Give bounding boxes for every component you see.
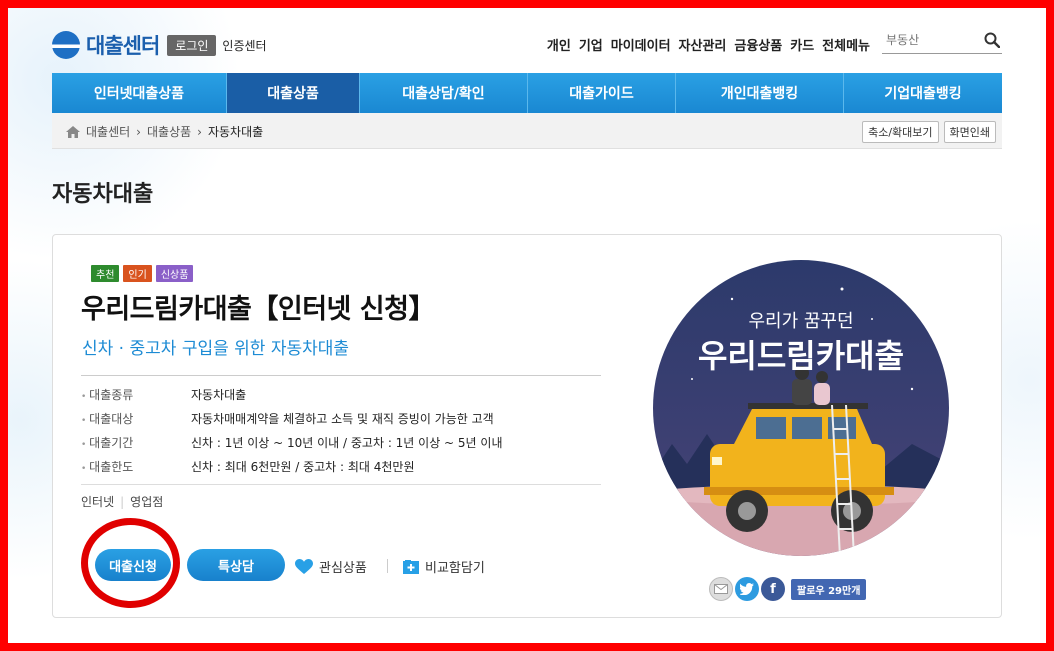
channel-branch: 영업점 bbox=[130, 495, 164, 509]
chevron-right-icon: › bbox=[197, 124, 202, 139]
zoom-button[interactable]: 축소/확대보기 bbox=[862, 121, 939, 143]
page-title: 자동차대출 bbox=[52, 182, 154, 207]
share-bar: f 팔로우 29만개 bbox=[709, 577, 867, 601]
top-nav: 개인 기업 마이데이터 자산관리 금융상품 카드 전체메뉴 bbox=[547, 35, 870, 54]
promo-line-1: 우리가 꿈꾸던 bbox=[748, 311, 853, 332]
breadcrumb-bar: 대출센터 › 대출상품 › 자동차대출 축소/확대보기 화면인쇄 bbox=[52, 113, 1002, 149]
spec-value: 신차 : 최대 6천만원 / 중고차 : 최대 4천만원 bbox=[191, 459, 415, 474]
topnav-card[interactable]: 카드 bbox=[790, 35, 814, 54]
search-icon[interactable] bbox=[984, 32, 1000, 48]
channel-list: 인터넷 | 영업점 bbox=[81, 493, 163, 510]
consult-button[interactable]: 특상담 bbox=[187, 549, 285, 581]
spec-key: 대출종류 bbox=[81, 386, 191, 403]
nav-loan-guide[interactable]: 대출가이드 bbox=[528, 73, 676, 113]
product-name: 우리드림카대출【인터넷 신청】 bbox=[81, 294, 435, 325]
spec-key: 대출대상 bbox=[81, 410, 191, 427]
nav-internet-loan[interactable]: 인터넷대출상품 bbox=[52, 73, 227, 113]
cert-center-link[interactable]: 인증센터 bbox=[222, 37, 266, 54]
facebook-follow-button[interactable]: 팔로우 29만개 bbox=[791, 578, 867, 600]
spec-row: 대출종류 자동차대출 bbox=[81, 382, 601, 406]
login-button[interactable]: 로그인 bbox=[167, 34, 217, 56]
print-button[interactable]: 화면인쇄 bbox=[943, 121, 996, 143]
promo-line-2: 우리드림카대출 bbox=[698, 337, 904, 375]
divider bbox=[387, 559, 388, 573]
compare-add-icon bbox=[403, 559, 419, 574]
favorite-button[interactable]: 관심상품 bbox=[295, 557, 367, 576]
spec-row: 대출기간 신차 : 1년 이상 ~ 10년 이내 / 중고차 : 1년 이상 ~… bbox=[81, 430, 601, 454]
product-subtitle: 신차 · 중고차 구입을 위한 자동차대출 bbox=[82, 339, 350, 359]
twitter-icon[interactable] bbox=[735, 577, 759, 601]
apply-loan-button[interactable]: 대출신청 bbox=[95, 549, 171, 581]
spec-row: 대출한도 신차 : 최대 6천만원 / 중고차 : 최대 4천만원 bbox=[81, 454, 601, 478]
topnav-business[interactable]: 기업 bbox=[579, 35, 603, 54]
home-icon[interactable] bbox=[66, 125, 80, 138]
topnav-personal[interactable]: 개인 bbox=[547, 35, 571, 54]
search-box bbox=[882, 28, 1002, 54]
spec-value: 신차 : 1년 이상 ~ 10년 이내 / 중고차 : 1년 이상 ~ 5년 이… bbox=[191, 435, 503, 450]
breadcrumb-tools: 축소/확대보기 화면인쇄 bbox=[862, 121, 996, 143]
badge-recommended: 추천 bbox=[91, 265, 120, 282]
main-nav: 인터넷대출상품 대출상품 대출상담/확인 대출가이드 개인대출뱅킹 기업대출뱅킹 bbox=[52, 73, 1002, 113]
compare-label: 비교함담기 bbox=[425, 561, 485, 576]
channel-internet: 인터넷 bbox=[81, 495, 115, 509]
nav-business-banking[interactable]: 기업대출뱅킹 bbox=[844, 73, 1002, 113]
chevron-right-icon: › bbox=[136, 124, 141, 139]
product-spec-list: 대출종류 자동차대출 대출대상 자동차매매계약을 체결하고 소득 및 재직 증빙… bbox=[81, 375, 601, 485]
spec-key: 대출한도 bbox=[81, 458, 191, 475]
promo-image: 우리가 꿈꾸던 우리드림카대출 bbox=[653, 260, 949, 556]
badge-new: 신상품 bbox=[155, 265, 194, 282]
logo-mark-icon bbox=[52, 31, 80, 59]
search-input[interactable] bbox=[882, 28, 978, 52]
spec-value: 자동차매매계약을 체결하고 소득 및 재직 증빙이 가능한 고객 bbox=[191, 411, 494, 426]
badge-group: 추천 인기 신상품 bbox=[91, 265, 194, 282]
crumb-current: 자동차대출 bbox=[207, 125, 264, 139]
topnav-asset[interactable]: 자산관리 bbox=[679, 35, 727, 54]
topnav-all-menu[interactable]: 전체메뉴 bbox=[822, 35, 870, 54]
divider: | bbox=[120, 494, 125, 509]
product-card: 추천 인기 신상품 우리드림카대출【인터넷 신청】 신차 · 중고차 구입을 위… bbox=[52, 234, 1002, 618]
crumb-loan-center[interactable]: 대출센터 bbox=[86, 123, 130, 140]
nav-personal-banking[interactable]: 개인대출뱅킹 bbox=[676, 73, 844, 113]
badge-popular: 인기 bbox=[123, 265, 152, 282]
topnav-products[interactable]: 금융상품 bbox=[734, 35, 782, 54]
compare-button[interactable]: 비교함담기 bbox=[403, 557, 485, 576]
logo[interactable]: 대출센터 로그인 인증센터 bbox=[52, 30, 267, 60]
nav-loan-consult[interactable]: 대출상담/확인 bbox=[360, 73, 528, 113]
heart-icon bbox=[295, 558, 313, 574]
facebook-icon[interactable]: f bbox=[761, 577, 785, 601]
logo-text: 대출센터 bbox=[86, 34, 160, 58]
breadcrumb: 대출센터 › 대출상품 › 자동차대출 bbox=[66, 123, 263, 140]
favorite-label: 관심상품 bbox=[319, 561, 367, 576]
spec-row: 대출대상 자동차매매계약을 체결하고 소득 및 재직 증빙이 가능한 고객 bbox=[81, 406, 601, 430]
site-header: 대출센터 로그인 인증센터 개인 기업 마이데이터 자산관리 금융상품 카드 전… bbox=[52, 26, 1002, 60]
nav-loan-products[interactable]: 대출상품 bbox=[227, 73, 360, 113]
topnav-mydata[interactable]: 마이데이터 bbox=[611, 35, 671, 54]
mail-icon[interactable] bbox=[709, 577, 733, 601]
spec-value: 자동차대출 bbox=[191, 387, 247, 402]
spec-key: 대출기간 bbox=[81, 434, 191, 451]
crumb-loan-products[interactable]: 대출상품 bbox=[147, 123, 191, 140]
